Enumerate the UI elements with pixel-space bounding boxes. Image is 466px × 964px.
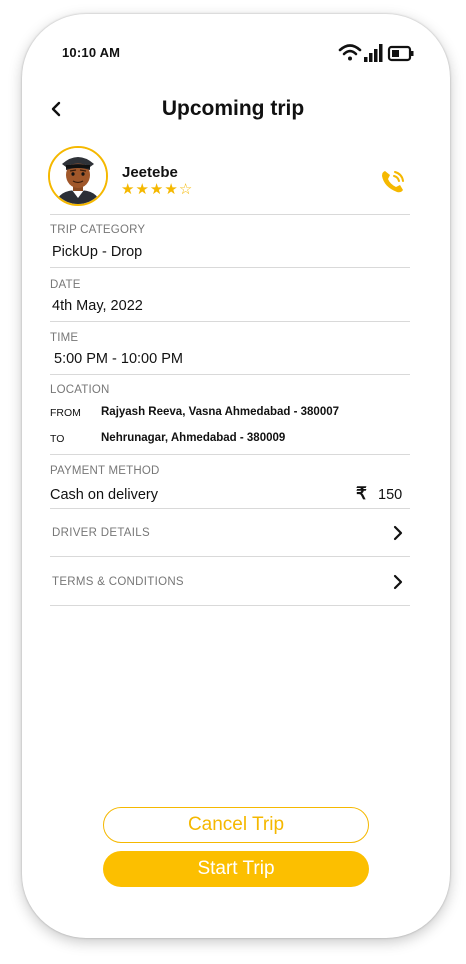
call-driver-button[interactable] <box>379 168 407 196</box>
to-label: TO <box>50 433 65 445</box>
star-icon: ★ <box>164 181 178 198</box>
driver-rating: ★ ★ ★ ★ ☆ <box>121 182 192 198</box>
payment-method: Cash on delivery <box>50 487 158 503</box>
divider <box>50 508 410 509</box>
driver-avatar <box>48 146 108 206</box>
phone-call-icon <box>382 171 404 193</box>
wifi-icon <box>338 44 362 61</box>
time-value: 5:00 PM - 10:00 PM <box>54 351 183 367</box>
divider <box>50 321 410 322</box>
driver-name: Jeetebe <box>122 164 178 181</box>
trip-category-label: TRIP CATEGORY <box>50 224 146 236</box>
divider <box>50 214 410 215</box>
trip-category-value: PickUp - Drop <box>52 244 143 260</box>
start-trip-button[interactable]: Start Trip <box>103 851 369 887</box>
payment-label: PAYMENT METHOD <box>50 465 160 477</box>
star-empty-icon: ☆ <box>178 181 193 198</box>
cancel-trip-button[interactable]: Cancel Trip <box>103 807 369 843</box>
from-address: Rajyash Reeva, Vasna Ahmedabad - 380007 <box>101 406 340 418</box>
date-value: 4th May, 2022 <box>52 298 143 314</box>
divider <box>50 556 410 557</box>
driver-details-row[interactable]: DRIVER DETAILS <box>50 510 410 556</box>
page-title: Upcoming trip <box>161 97 305 120</box>
payment-amount: 150 <box>378 487 403 503</box>
location-label: LOCATION <box>50 384 110 396</box>
divider <box>50 605 410 606</box>
terms-conditions-row[interactable]: TERMS & CONDITIONS <box>50 559 410 605</box>
battery-icon <box>387 45 414 62</box>
driver-avatar-image <box>50 148 106 204</box>
star-icon: ★ <box>135 181 149 198</box>
divider <box>50 267 410 268</box>
rupee-icon: ₹ <box>356 484 367 503</box>
terms-conditions-label: TERMS & CONDITIONS <box>52 576 184 588</box>
star-icon: ★ <box>149 181 164 198</box>
divider <box>50 374 410 375</box>
status-icons <box>338 44 414 62</box>
signal-icon <box>364 44 383 62</box>
time-label: TIME <box>50 332 79 344</box>
from-label: FROM <box>50 407 81 419</box>
driver-details-label: DRIVER DETAILS <box>52 527 150 539</box>
chevron-right-icon <box>393 525 403 541</box>
to-address: Nehrunagar, Ahmedabad - 380009 <box>101 432 286 444</box>
chevron-right-icon <box>393 574 403 590</box>
status-time: 10:10 AM <box>62 45 121 60</box>
star-icon: ★ <box>121 181 135 198</box>
divider <box>50 454 410 455</box>
date-label: DATE <box>50 279 81 291</box>
